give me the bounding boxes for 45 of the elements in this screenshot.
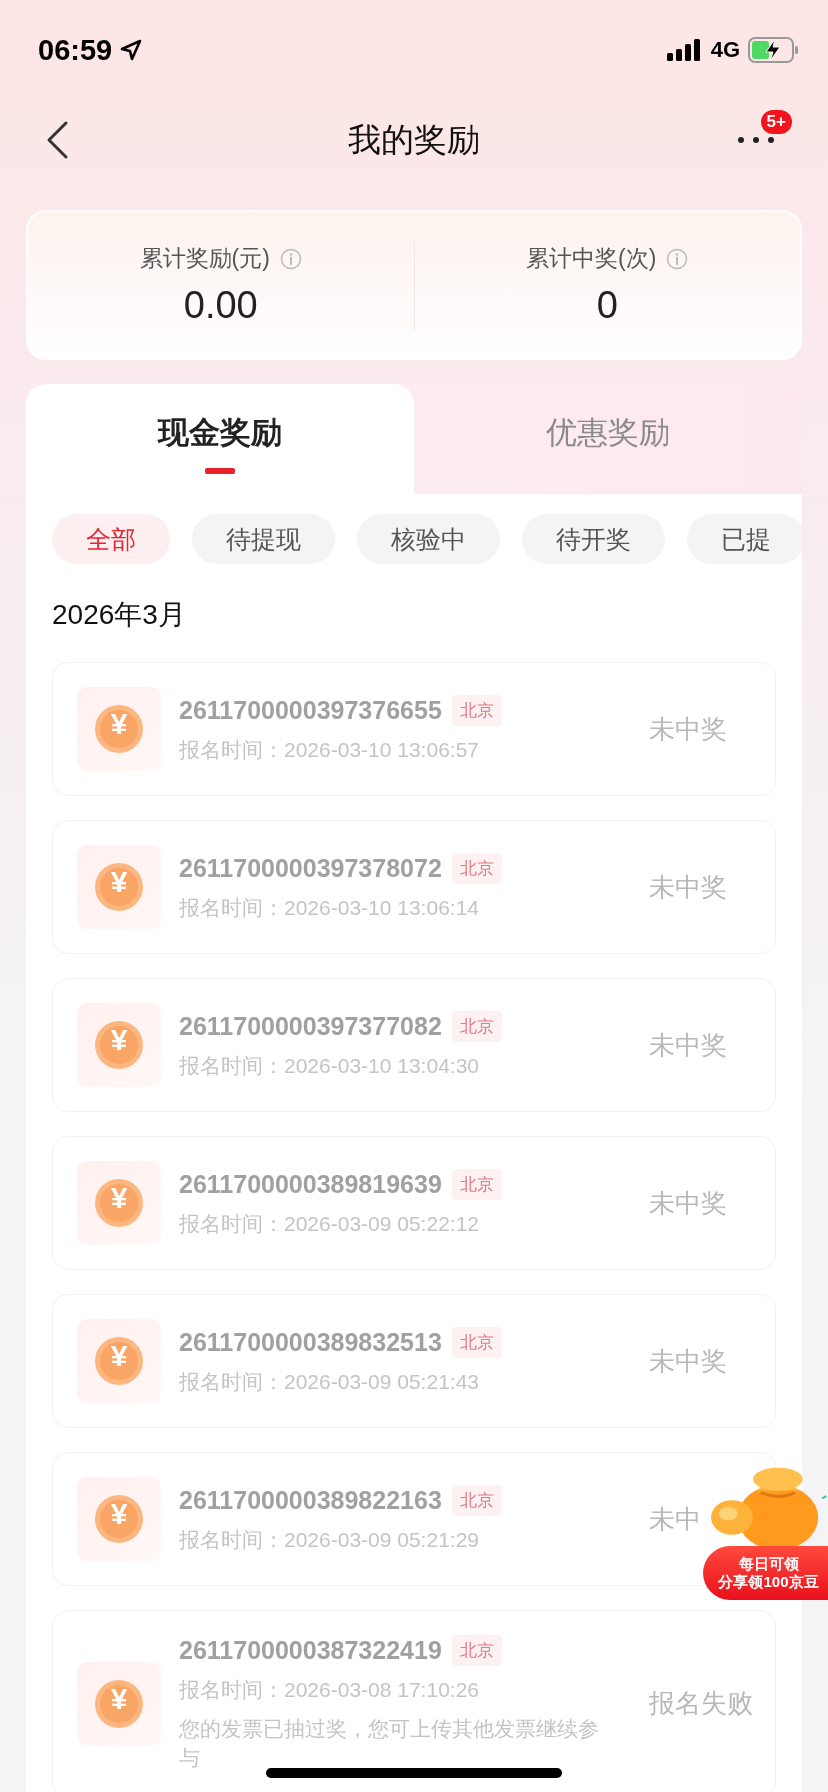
signup-time: 报名时间：2026-03-09 05:21:29: [179, 1526, 480, 1553]
record-status: 未中奖: [649, 1028, 728, 1062]
region-tag: 北京: [451, 1635, 502, 1666]
currency-symbol: ¥: [110, 1683, 128, 1714]
region-tag: 北京: [451, 1326, 502, 1358]
currency-symbol: ¥: [110, 1183, 128, 1213]
month-heading: 2026年3月: [52, 598, 187, 632]
record-number: 2611700000397376655: [179, 695, 442, 725]
record-status: 未中奖: [649, 1344, 728, 1378]
signup-time: 报名时间：2026-03-09 05:21:43: [179, 1368, 480, 1395]
record-status: 未中奖: [649, 712, 728, 746]
page-title: 我的奖励: [348, 119, 480, 160]
region-tag: 北京: [451, 1168, 502, 1200]
region-tag: 北京: [451, 852, 502, 884]
stat-value: 0: [596, 284, 618, 327]
signup-time: 报名时间：2026-03-10 13:06:57: [179, 736, 480, 763]
signup-time: 报名时间：2026-03-08 17:10:26: [179, 1677, 480, 1703]
notification-badge: 5+: [760, 110, 792, 135]
signup-time: 报名时间：2026-03-10 13:06:14: [179, 894, 480, 921]
record-status: 未中奖: [649, 870, 728, 904]
record-status: 报名失败: [649, 1687, 754, 1721]
currency-symbol: ¥: [110, 867, 128, 897]
region-tag: 北京: [451, 1010, 502, 1042]
record-status: 未中: [649, 1502, 702, 1536]
record-status: 未中奖: [649, 1186, 728, 1220]
signup-time: 报名时间：2026-03-10 13:04:30: [179, 1052, 480, 1079]
record-number: 2611700000389832513: [179, 1327, 442, 1357]
record-number: 2611700000389819639: [179, 1169, 442, 1199]
stat-label: 累计奖励(元): [139, 244, 270, 273]
region-tag: 北京: [451, 694, 502, 726]
record-number: 2611700000389822163: [179, 1485, 442, 1515]
record-number: 2611700000387322419: [179, 1636, 442, 1665]
currency-symbol: ¥: [110, 1341, 128, 1371]
record-note: 您的发票已抽过奖，您可上传其他发票继续参与: [179, 1716, 599, 1772]
clock-time: 06:59: [38, 33, 113, 67]
network-label: 4G: [710, 37, 740, 63]
currency-symbol: ¥: [110, 709, 128, 739]
stat-value: 0.00: [183, 284, 258, 327]
record-number: 2611700000397378072: [179, 853, 442, 883]
currency-symbol: ¥: [110, 1025, 128, 1055]
record-number: 2611700000397377082: [179, 1011, 442, 1041]
region-tag: 北京: [451, 1484, 502, 1516]
signup-time: 报名时间：2026-03-09 05:22:12: [179, 1210, 480, 1237]
stat-label: 累计中奖(次): [526, 244, 657, 273]
currency-symbol: ¥: [110, 1499, 128, 1529]
